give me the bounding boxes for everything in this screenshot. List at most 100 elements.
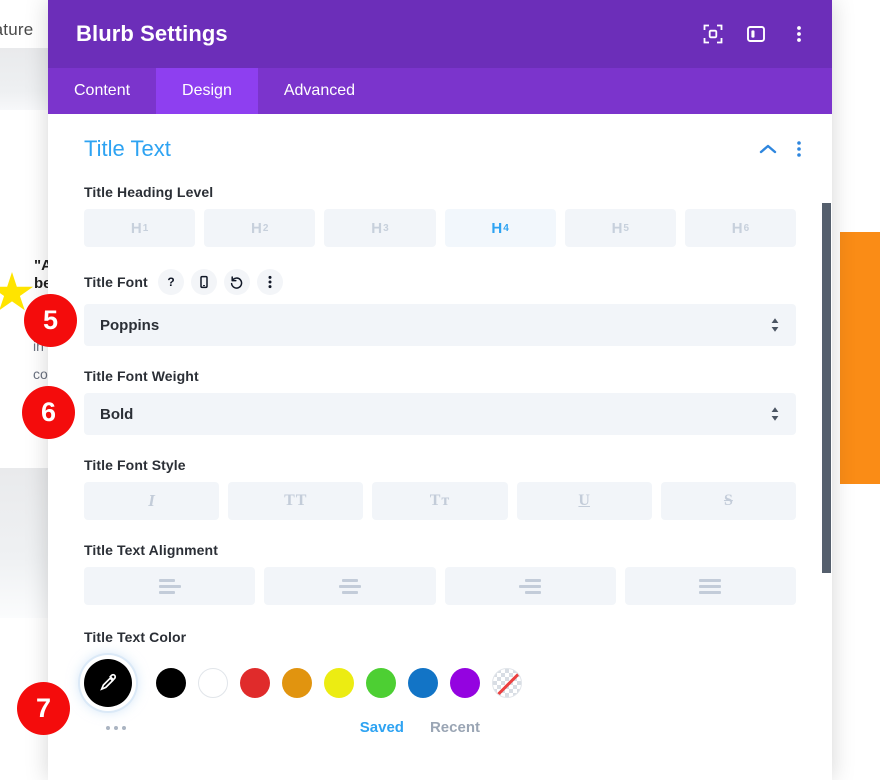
field-label: Title Text Color [84, 629, 796, 645]
page-title: Blurb Settings [76, 21, 228, 46]
small-caps-icon: Tᴛ [429, 492, 451, 509]
help-icon[interactable]: ? [157, 269, 184, 295]
field-title-text-color: Title Text Color Saved Recent [48, 629, 832, 736]
field-title-text-alignment: Title Text Alignment [48, 542, 832, 605]
field-label-text: Title Heading Level [84, 184, 214, 200]
swatch-green[interactable] [366, 668, 396, 698]
chevron-up-icon[interactable] [759, 143, 777, 155]
font-style-underline-button[interactable]: U [516, 482, 652, 520]
field-title-font-weight: Title Font Weight Bold [48, 368, 832, 435]
field-label: Title Font ? [84, 269, 796, 295]
responsive-mobile-icon[interactable] [190, 269, 217, 295]
heading-level-h4-sub: 4 [503, 222, 509, 234]
color-picker-eyedropper-button[interactable] [84, 659, 132, 707]
heading-level-h2[interactable]: H2 [204, 209, 316, 247]
color-footer: Saved Recent [84, 719, 796, 736]
modal-header-actions [702, 23, 810, 45]
font-style-options: I TT Tᴛ U S [84, 482, 797, 520]
background-gray-strip-bottom [0, 468, 52, 618]
tab-recent[interactable]: Recent [430, 719, 480, 736]
step-badge-label: 6 [40, 397, 57, 427]
focus-icon[interactable] [702, 23, 724, 45]
heading-level-h1[interactable]: H1 [84, 209, 196, 247]
heading-level-h5-label: H [611, 219, 623, 237]
heading-level-h4[interactable]: H4 [444, 209, 556, 247]
heading-level-h1-label: H [130, 219, 142, 237]
align-center-button[interactable] [264, 567, 436, 605]
reset-icon[interactable] [223, 269, 250, 295]
tab-design[interactable]: Design [156, 68, 258, 114]
swatch-yellow[interactable] [324, 668, 354, 698]
align-justify-icon [699, 578, 722, 594]
font-style-uppercase-button[interactable]: TT [228, 482, 364, 520]
title-font-value: Poppins [100, 316, 160, 334]
heading-level-h2-sub: 2 [262, 222, 269, 234]
heading-level-h6[interactable]: H6 [684, 209, 797, 247]
italic-icon: I [148, 491, 155, 510]
more-vertical-icon[interactable] [796, 140, 802, 158]
heading-level-h1-sub: 1 [142, 222, 149, 234]
text-alignment-options [84, 567, 796, 605]
align-center-icon [338, 578, 361, 594]
heading-level-h3[interactable]: H3 [324, 209, 436, 247]
background-orange-block [840, 232, 880, 484]
background-body-line-2: co [33, 366, 48, 382]
title-font-weight-select[interactable]: Bold [84, 393, 796, 435]
more-vertical-icon[interactable] [256, 269, 283, 295]
title-font-select[interactable]: Poppins [84, 304, 796, 346]
svg-text:?: ? [167, 275, 174, 289]
font-style-smallcaps-button[interactable]: Tᴛ [372, 482, 508, 520]
tab-advanced[interactable]: Advanced [258, 68, 381, 114]
more-vertical-icon[interactable] [788, 23, 810, 45]
background-gray-strip-top [0, 48, 52, 110]
vertical-scrollbar-thumb[interactable] [822, 203, 831, 573]
heading-level-h2-label: H [251, 219, 262, 237]
align-left-icon [158, 578, 181, 594]
align-left-button[interactable] [84, 567, 256, 605]
section-title: Title Text [84, 136, 171, 161]
tab-content[interactable]: Content [48, 68, 156, 114]
step-badge-6: 6 [22, 386, 75, 439]
field-label-text: Title Font [84, 274, 148, 290]
modal-tab-bar: Content Design Advanced [48, 68, 832, 114]
heading-level-h6-sub: 6 [743, 222, 750, 234]
field-label-text: Title Text Alignment [84, 542, 218, 558]
font-style-italic-button[interactable]: I [84, 482, 220, 520]
field-title-font: Title Font ? Poppins [48, 269, 832, 346]
chevron-updown-icon [770, 406, 780, 422]
align-right-button[interactable] [444, 567, 616, 605]
heading-level-options: H1 H2 H3 H4 H5 H6 [84, 209, 797, 247]
heading-level-h3-sub: 3 [383, 222, 389, 234]
swatch-blue[interactable] [408, 668, 438, 698]
swatch-purple[interactable] [450, 668, 480, 698]
title-text-section-header: Title Text [48, 114, 832, 162]
swatch-red[interactable] [240, 668, 270, 698]
field-title-font-style: Title Font Style I TT Tᴛ U S [48, 457, 832, 520]
align-right-icon [519, 578, 542, 594]
color-palette-tabs: Saved Recent [360, 719, 796, 736]
heading-level-h3-label: H [371, 219, 383, 237]
step-badge-7: 7 [17, 682, 70, 735]
swatch-transparent[interactable] [492, 668, 522, 698]
swatch-orange[interactable] [282, 668, 312, 698]
heading-level-h5[interactable]: H5 [564, 209, 676, 247]
field-label: Title Text Alignment [84, 542, 796, 558]
title-font-icons: ? [157, 269, 283, 295]
modal-header: Blurb Settings [48, 0, 832, 68]
font-style-strikethrough-button[interactable]: S [660, 482, 797, 520]
swatch-black[interactable] [156, 668, 186, 698]
step-badge-label: 5 [42, 305, 59, 335]
section-tools [759, 140, 802, 158]
uppercase-icon: TT [284, 492, 308, 509]
field-label: Title Heading Level [84, 184, 796, 200]
field-label-text: Title Text Color [84, 629, 187, 645]
layout-panel-icon[interactable] [745, 23, 767, 45]
field-label: Title Font Weight [84, 368, 796, 384]
tab-saved[interactable]: Saved [360, 719, 404, 736]
field-title-heading-level: Title Heading Level H1 H2 H3 H4 H5 H6 [48, 184, 832, 247]
step-badge-5: 5 [24, 294, 77, 347]
align-justify-button[interactable] [624, 567, 796, 605]
swatch-white[interactable] [198, 668, 228, 698]
more-horizontal-icon[interactable] [106, 725, 126, 730]
strikethrough-icon: S [723, 492, 733, 509]
